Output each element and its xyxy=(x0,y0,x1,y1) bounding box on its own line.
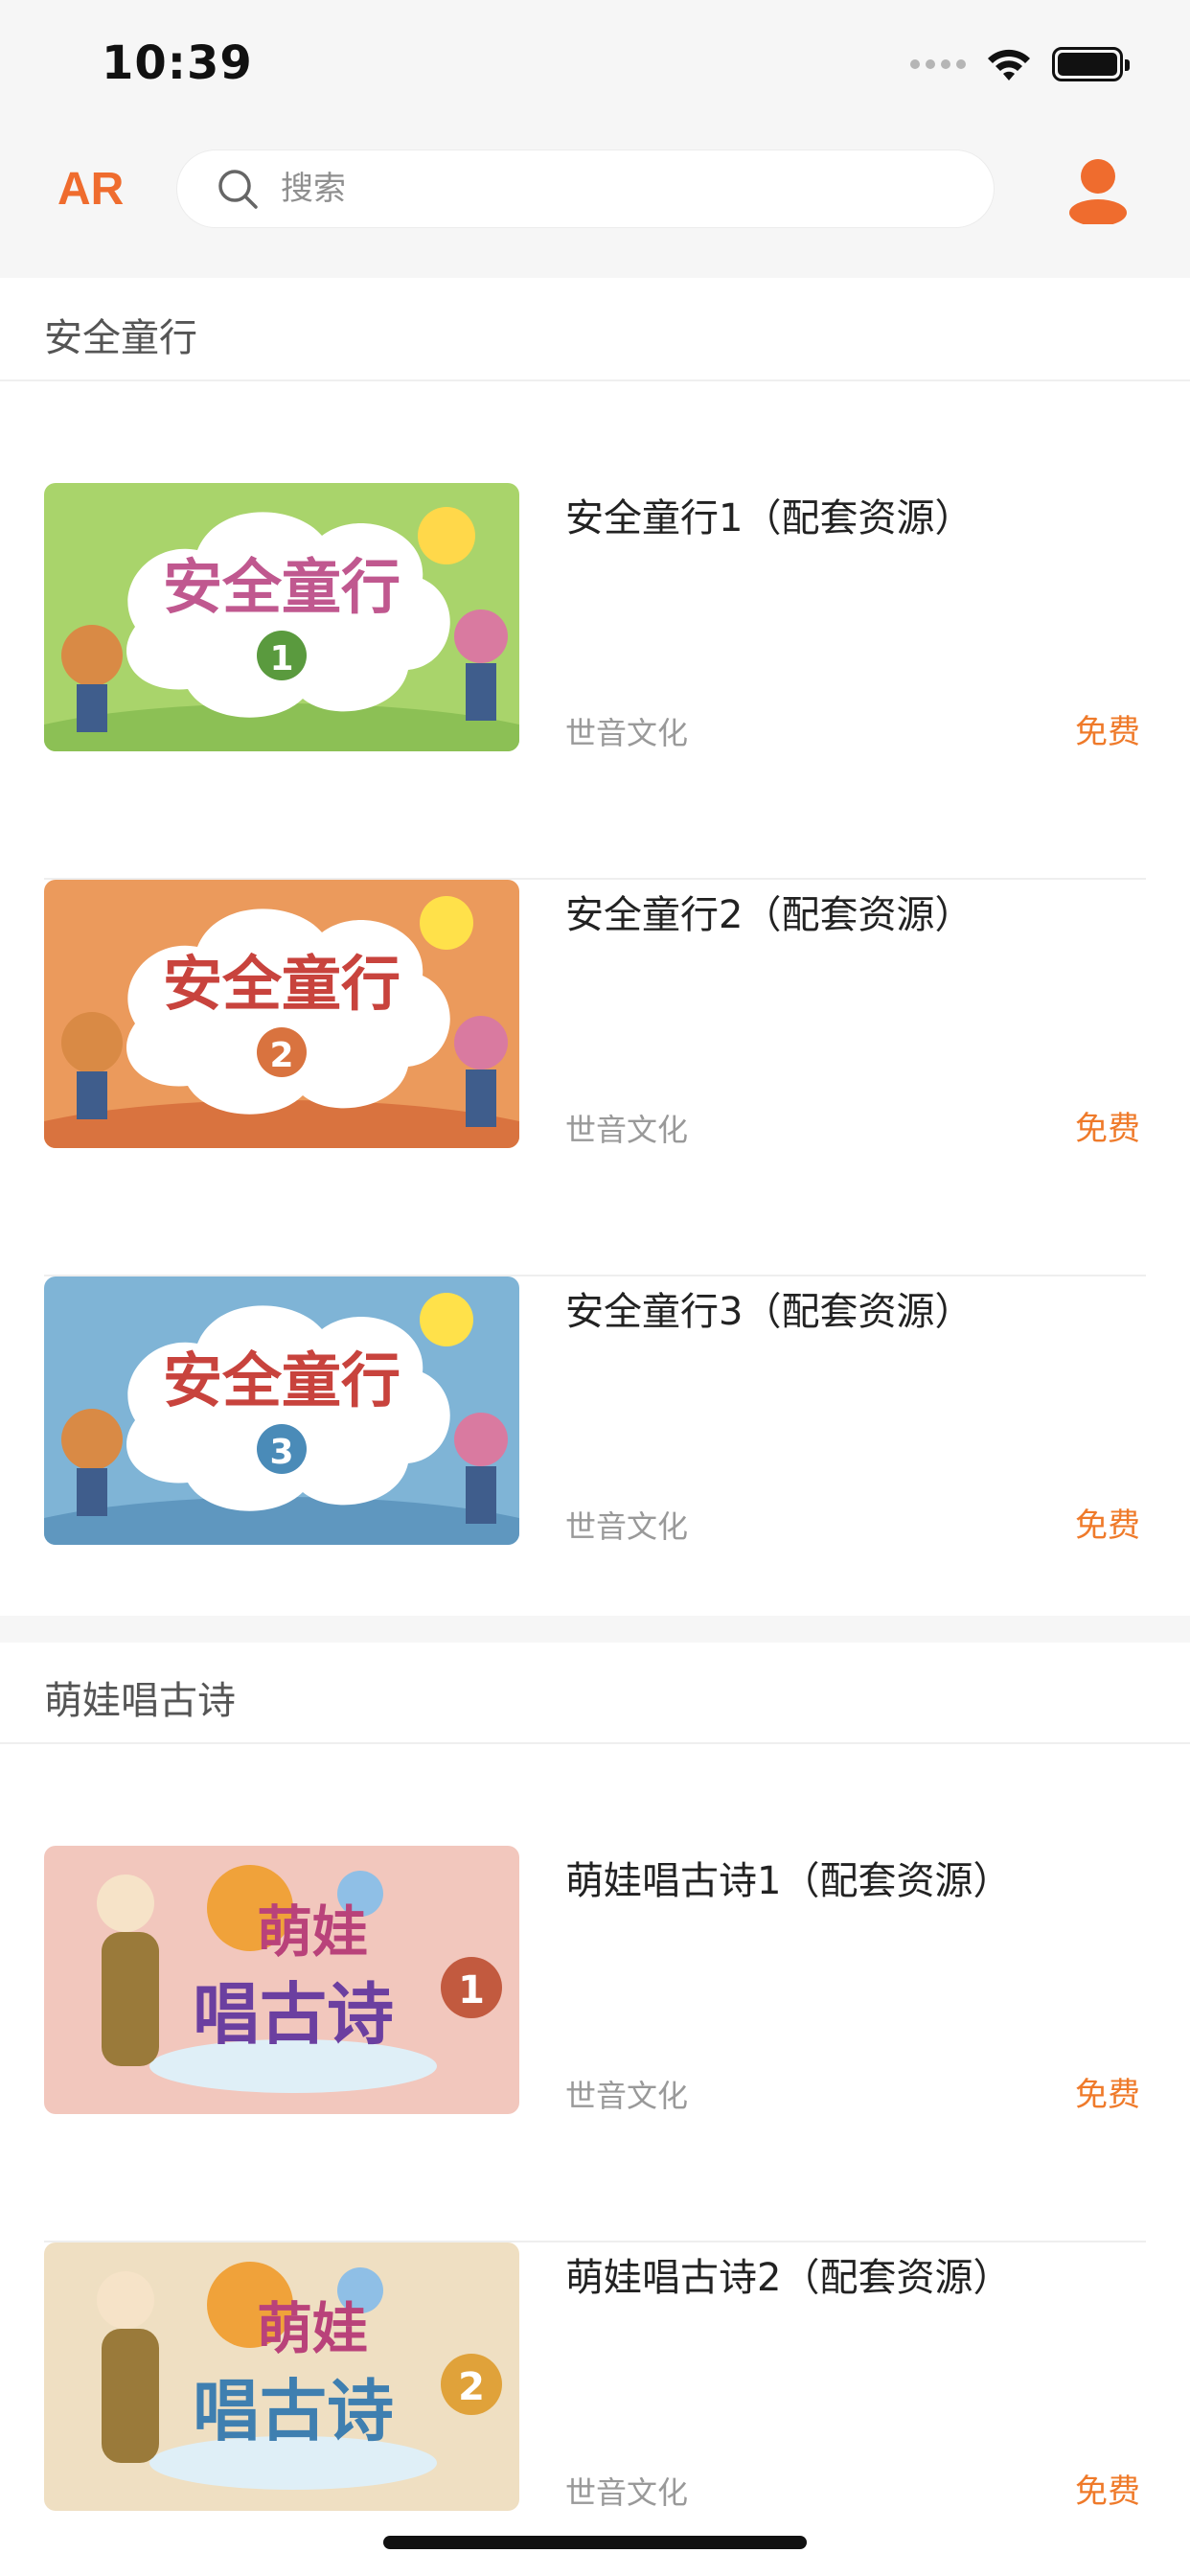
section-title: 安全童行 xyxy=(44,316,197,360)
list-item[interactable]: 安全童行 1 安全童行1（配套资源） 世音文化 免费 xyxy=(0,483,1190,880)
cover-title-bottom: 唱古诗 xyxy=(193,1975,394,2054)
ar-button[interactable]: AR xyxy=(57,163,124,216)
item-publisher: 世音文化 xyxy=(565,715,689,751)
item-title: 萌娃唱古诗2（配套资源） xyxy=(565,2256,1012,2300)
item-price: 免费 xyxy=(1075,713,1140,751)
status-time: 10:39 xyxy=(102,36,253,90)
item-title: 安全童行2（配套资源） xyxy=(565,893,973,937)
cover-number: 2 xyxy=(269,1036,293,1075)
item-publisher: 世音文化 xyxy=(565,2474,689,2511)
item-price: 免费 xyxy=(1075,1110,1140,1148)
cover-title-bottom: 唱古诗 xyxy=(193,2372,394,2450)
cover-number: 1 xyxy=(269,639,293,678)
status-icons xyxy=(910,46,1130,82)
cover-title: 安全童行 xyxy=(163,1346,400,1415)
cover-image: 安全童行 3 xyxy=(44,1276,519,1545)
item-price: 免费 xyxy=(1075,2472,1140,2511)
cover-image: 萌娃 唱古诗 2 xyxy=(44,2242,519,2511)
item-title: 安全童行3（配套资源） xyxy=(565,1290,973,1334)
cover-title-top: 萌娃 xyxy=(257,1899,368,1965)
cover-title: 安全童行 xyxy=(163,949,400,1019)
cover-title: 安全童行 xyxy=(163,552,400,622)
cover-image: 安全童行 2 xyxy=(44,880,519,1148)
list-item[interactable]: 萌娃 唱古诗 2 萌娃唱古诗2（配套资源） 世音文化 免费 xyxy=(0,2242,1190,2576)
search-icon xyxy=(218,170,258,209)
cover-image: 安全童行 1 xyxy=(44,483,519,751)
section-title: 萌娃唱古诗 xyxy=(44,1679,236,1723)
search-bar[interactable] xyxy=(176,150,995,228)
item-title: 萌娃唱古诗1（配套资源） xyxy=(565,1859,1012,1903)
cover-number: 1 xyxy=(458,1968,485,2012)
battery-icon xyxy=(1052,47,1130,81)
list-item[interactable]: 安全童行 2 安全童行2（配套资源） 世音文化 免费 xyxy=(0,880,1190,1276)
item-publisher: 世音文化 xyxy=(565,1112,689,1148)
section-separator xyxy=(0,1616,1190,1643)
search-input[interactable] xyxy=(281,170,856,208)
cover-image: 萌娃 唱古诗 1 xyxy=(44,1846,519,2114)
cover-number: 3 xyxy=(269,1433,293,1472)
item-price: 免费 xyxy=(1075,1506,1140,1545)
item-publisher: 世音文化 xyxy=(565,1508,689,1545)
cover-title-top: 萌娃 xyxy=(257,2296,368,2361)
item-publisher: 世音文化 xyxy=(565,2078,689,2114)
signal-icon xyxy=(910,59,966,69)
section-header-safety: 安全童行 xyxy=(0,280,1190,381)
item-title: 安全童行1（配套资源） xyxy=(565,496,973,540)
section-header-poems: 萌娃唱古诗 xyxy=(0,1643,1190,1744)
list-item[interactable]: 安全童行 3 安全童行3（配套资源） 世音文化 免费 xyxy=(0,1276,1190,1673)
list-item[interactable]: 萌娃 唱古诗 1 萌娃唱古诗1（配套资源） 世音文化 免费 xyxy=(0,1846,1190,2242)
wifi-icon xyxy=(988,49,1030,80)
nav-bar: AR xyxy=(0,134,1190,278)
user-icon[interactable] xyxy=(1065,155,1131,224)
status-bar: 10:39 xyxy=(0,0,1190,134)
home-indicator[interactable] xyxy=(383,2536,807,2549)
cover-number: 2 xyxy=(458,2365,485,2409)
item-price: 免费 xyxy=(1075,2076,1140,2114)
